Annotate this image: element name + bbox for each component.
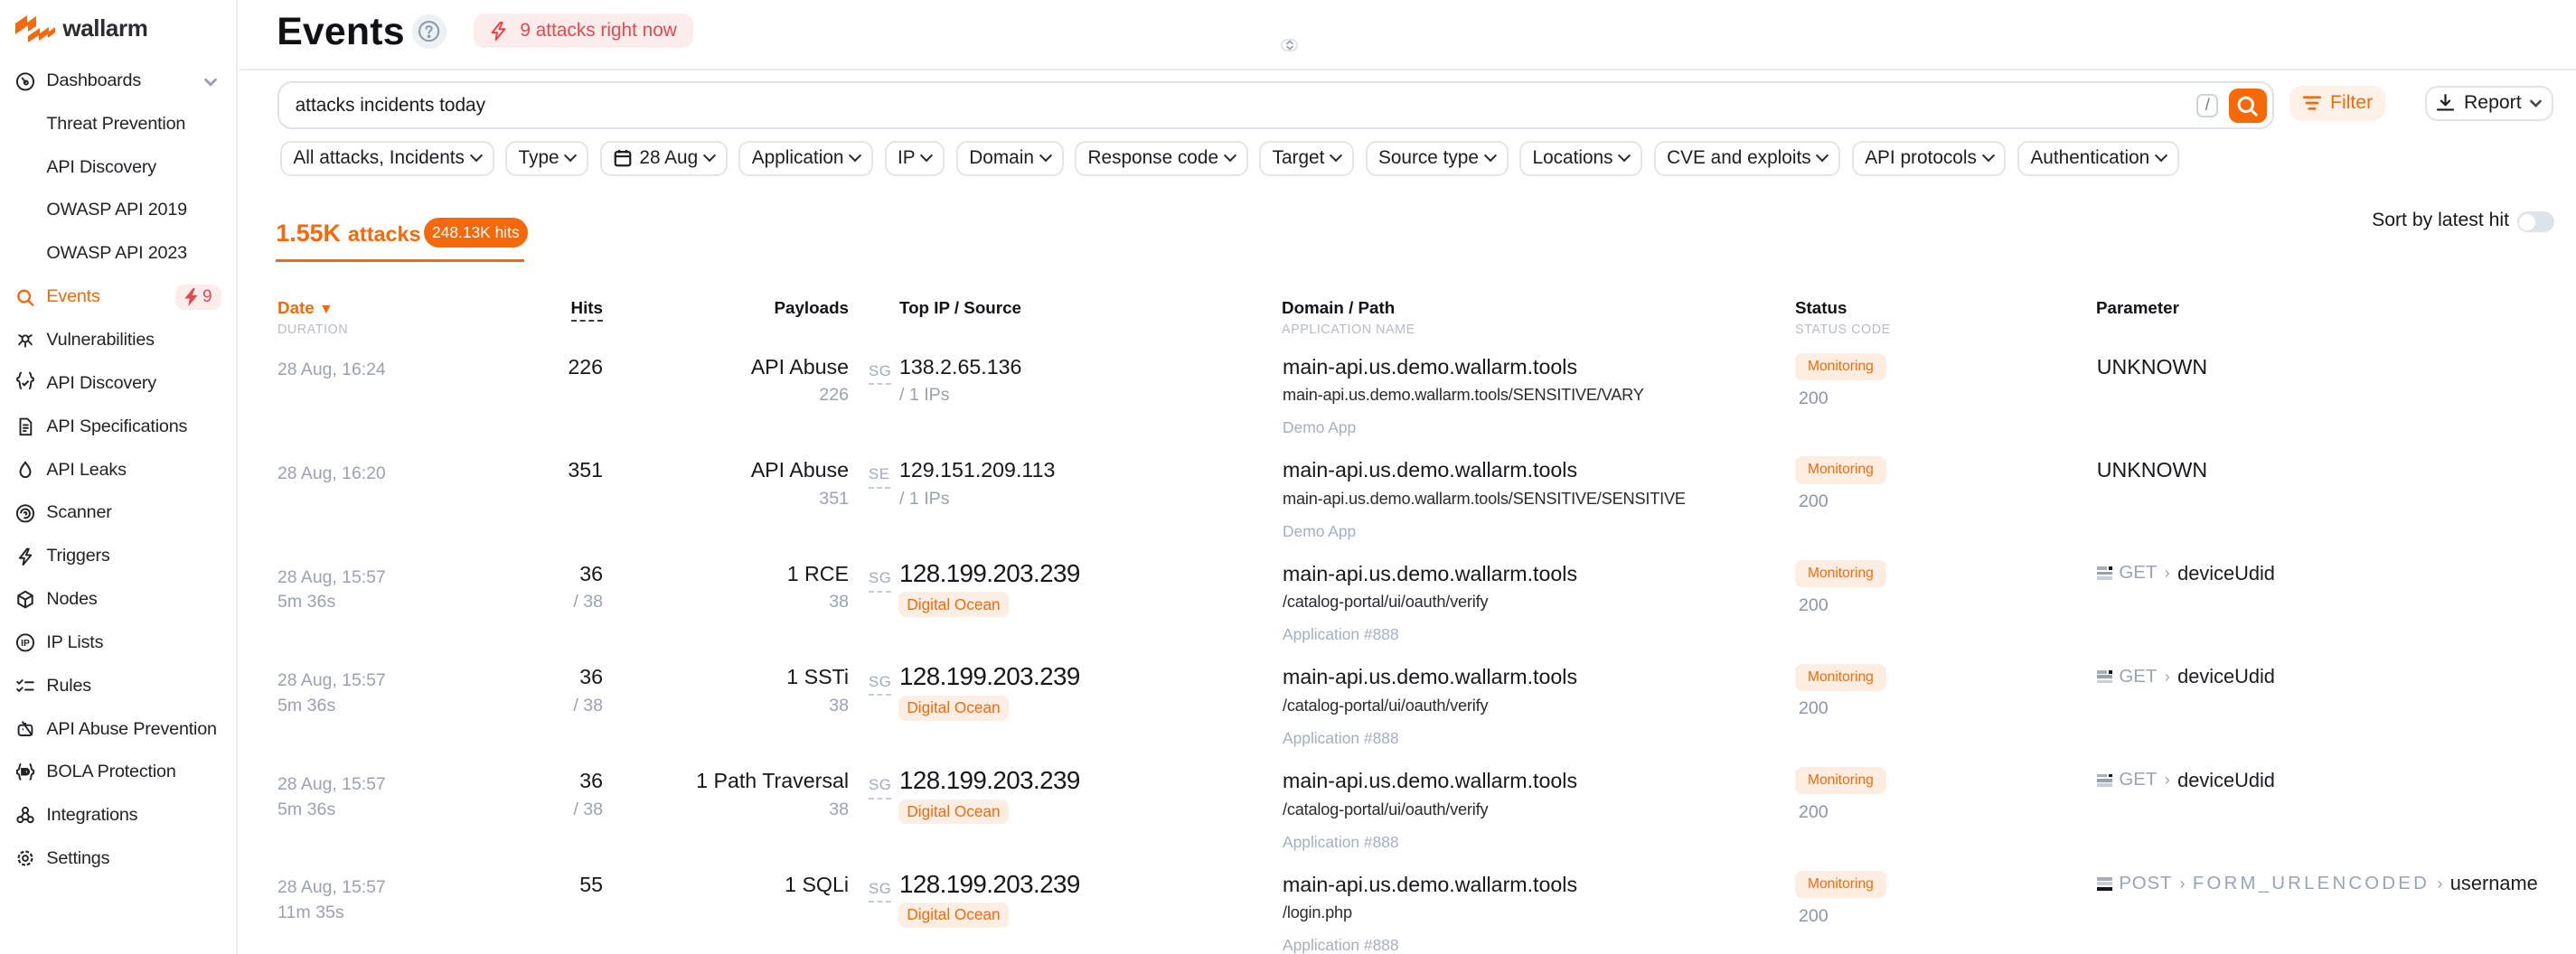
svg-text:IP: IP: [21, 639, 30, 649]
svg-text:ID: ID: [22, 768, 30, 777]
